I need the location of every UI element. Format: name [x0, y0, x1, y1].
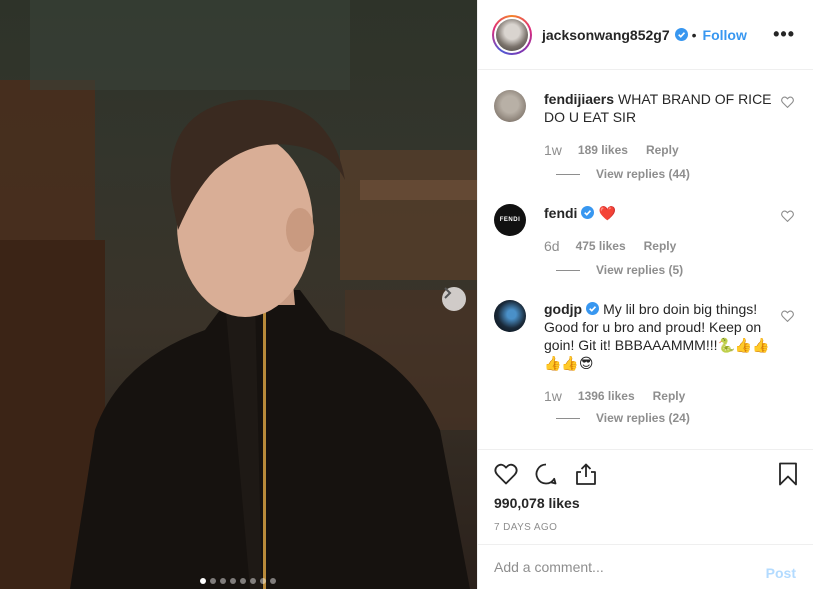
- post-actions: 990,078 likes 7 DAYS AGO: [478, 449, 813, 545]
- more-options-icon[interactable]: •••: [773, 24, 795, 45]
- comment-likes[interactable]: 189 likes: [578, 143, 628, 157]
- author-username[interactable]: jacksonwang852g7: [542, 27, 670, 43]
- photo-illustration: [0, 0, 477, 589]
- post-sidebar: jacksonwang852g7 • Follow ••• fendijiaer…: [477, 0, 813, 589]
- view-replies-button[interactable]: View replies (24): [556, 411, 690, 425]
- comment-likes[interactable]: 1396 likes: [578, 389, 635, 403]
- comment-time[interactable]: 1w: [544, 388, 562, 404]
- post-likes-count[interactable]: 990,078 likes: [494, 495, 580, 511]
- reply-button[interactable]: Reply: [646, 143, 679, 157]
- comment-icon[interactable]: [534, 462, 558, 486]
- comment-text: ❤️: [598, 205, 616, 221]
- fendi-logo: FENDI: [499, 217, 521, 223]
- view-replies-label: View replies (24): [596, 411, 690, 425]
- commenter-username[interactable]: fendijiaers: [544, 91, 614, 107]
- author-avatar-ring[interactable]: [492, 14, 532, 55]
- carousel-next-button[interactable]: [442, 287, 466, 311]
- post-photo[interactable]: [0, 0, 477, 589]
- view-replies-button[interactable]: View replies (5): [556, 263, 683, 277]
- reply-button[interactable]: Reply: [644, 239, 677, 253]
- carousel-dot: [240, 578, 246, 584]
- carousel-dot: [230, 578, 236, 584]
- carousel-dot: [200, 578, 206, 584]
- comment-text-block: fendijiaers WHAT BRAND OF RICE DO U EAT S…: [544, 90, 782, 126]
- carousel-dot: [210, 578, 216, 584]
- commenter-avatar[interactable]: [494, 90, 526, 122]
- post-comment-button[interactable]: Post: [766, 565, 796, 581]
- view-replies-label: View replies (44): [596, 167, 690, 181]
- comment-likes[interactable]: 475 likes: [576, 239, 626, 253]
- comments-list: fendijiaers WHAT BRAND OF RICE DO U EAT S…: [478, 71, 813, 449]
- view-replies-label: View replies (5): [596, 263, 684, 277]
- carousel-dot: [270, 578, 276, 584]
- comment-heart-icon[interactable]: [781, 210, 794, 222]
- add-comment-section: Post: [478, 544, 813, 589]
- carousel-dot: [260, 578, 266, 584]
- comment-time[interactable]: 6d: [544, 238, 560, 254]
- carousel-dot: [220, 578, 226, 584]
- comment-heart-icon[interactable]: [781, 310, 794, 322]
- replies-divider: [556, 173, 580, 175]
- commenter-avatar[interactable]: FENDI: [494, 204, 526, 236]
- commenter-avatar[interactable]: [494, 300, 526, 332]
- replies-divider: [556, 269, 580, 271]
- comment-text-block: godjp My lil bro doin big things! Good fo…: [544, 300, 776, 372]
- verified-icon: [581, 206, 595, 219]
- comment-time[interactable]: 1w: [544, 142, 562, 158]
- verified-icon: [586, 302, 600, 315]
- commenter-username[interactable]: fendi: [544, 205, 577, 221]
- follow-button[interactable]: Follow: [703, 27, 747, 43]
- header-separator: •: [691, 26, 697, 43]
- view-replies-button[interactable]: View replies (44): [556, 167, 690, 181]
- verified-icon: [674, 28, 688, 41]
- comment-meta: 1w 1396 likes Reply: [544, 388, 685, 404]
- bookmark-icon[interactable]: [776, 462, 800, 486]
- commenter-username[interactable]: godjp: [544, 301, 582, 317]
- carousel-indicator: [200, 578, 276, 584]
- post-timestamp[interactable]: 7 DAYS AGO: [494, 522, 557, 533]
- heart-icon[interactable]: [494, 462, 518, 486]
- replies-divider: [556, 417, 580, 419]
- chevron-right-icon: [444, 287, 452, 299]
- post-header: jacksonwang852g7 • Follow •••: [478, 0, 813, 70]
- reply-button[interactable]: Reply: [653, 389, 686, 403]
- share-icon[interactable]: [574, 462, 598, 486]
- comment-meta: 1w 189 likes Reply: [544, 142, 679, 158]
- author-avatar[interactable]: [496, 18, 528, 51]
- comment-input[interactable]: [494, 557, 744, 577]
- comment-heart-icon[interactable]: [781, 96, 794, 108]
- carousel-dot: [250, 578, 256, 584]
- comment-text-block: fendi ❤️: [544, 204, 782, 222]
- comment-meta: 6d 475 likes Reply: [544, 238, 676, 254]
